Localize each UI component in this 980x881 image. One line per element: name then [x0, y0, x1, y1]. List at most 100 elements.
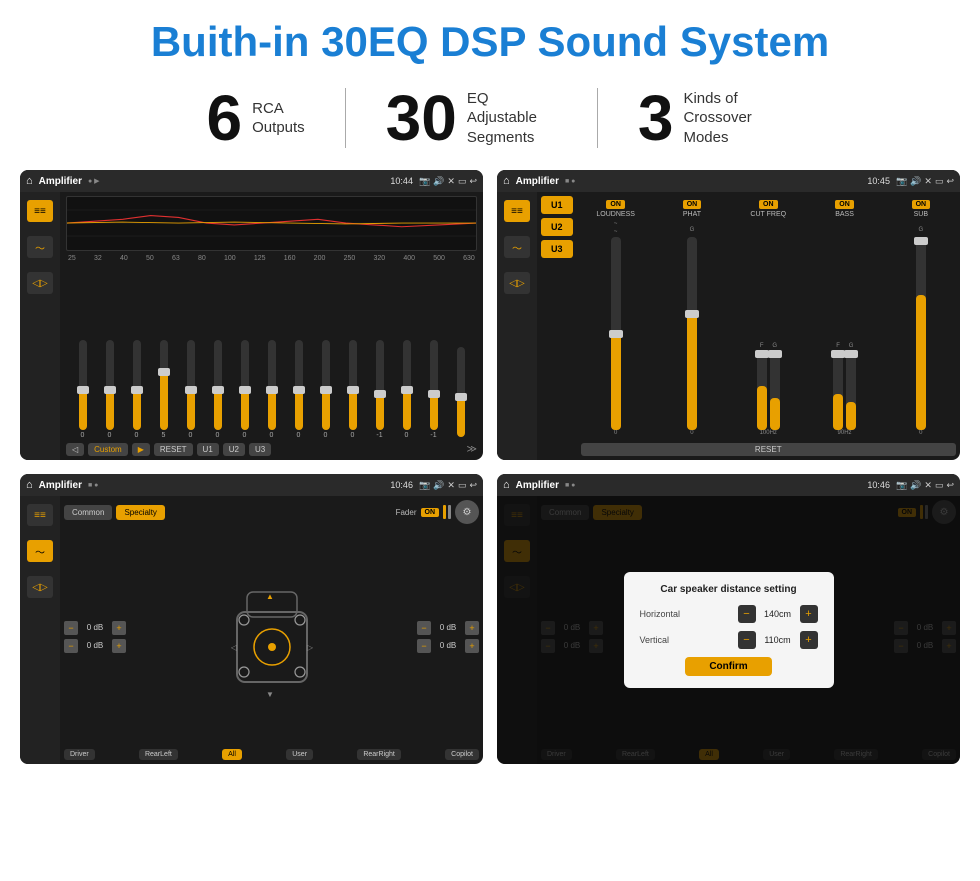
crossover-sidebar-vol-icon[interactable]: ◁▷ [504, 272, 530, 294]
eq-slider-9: 0 [313, 340, 338, 439]
right-db-plus-1[interactable]: + [465, 621, 479, 635]
stat-rca-label: RCAOutputs [252, 99, 305, 138]
eq-u3-button[interactable]: U3 [249, 443, 271, 456]
right-db-minus-1[interactable]: − [417, 621, 431, 635]
page-title: Buith-in 30EQ DSP Sound System [0, 0, 980, 76]
left-db-row-1: − 0 dB + [64, 621, 126, 635]
eq-freq-labels: 253240506380100125160200250320400500630 [66, 255, 477, 262]
eq-slider-1: 0 [97, 340, 122, 439]
speaker-sidebar-wave-icon[interactable]: 〜 [27, 540, 53, 562]
fader-main-content: Common Specialty Fader ON ⚙ [60, 496, 483, 764]
copilot-button[interactable]: Copilot [445, 749, 479, 760]
left-db-val-1: 0 dB [81, 623, 109, 632]
eq-body: ≡≡ 〜 ◁▷ [20, 192, 483, 460]
crossover-body: ≡≡ 〜 ◁▷ U1 U2 U3 ON LOUDNESS ~ [497, 192, 960, 460]
eq-sidebar-wave-icon[interactable]: 〜 [27, 236, 53, 258]
crossover-u1-button[interactable]: U1 [541, 196, 573, 214]
driver-button[interactable]: Driver [64, 749, 95, 760]
dialog-horizontal-value: 140cm [760, 609, 796, 619]
fader-specialty-tab[interactable]: Specialty [116, 505, 164, 520]
speaker-topbar-icons: 📷🔊✕▭↩ [419, 480, 477, 491]
eq-prev-button[interactable]: ◁ [66, 443, 84, 456]
dialog-screen: ⌂ Amplifier ■ ● 10:46 📷🔊✕▭↩ ≡≡ 〜 ◁▷ Comm… [497, 474, 960, 764]
speaker-home-icon[interactable]: ⌂ [26, 479, 33, 491]
crossover-cutfreq-col: ON CUT FREQ F G [733, 200, 803, 436]
speaker-diagram-layout: − 0 dB + − 0 dB + [64, 528, 479, 745]
right-db-plus-2[interactable]: + [465, 639, 479, 653]
speaker-bottom-buttons: Driver RearLeft All User RearRight Copil… [64, 749, 479, 760]
dialog-vertical-label: Vertical [640, 635, 670, 645]
crossover-title: Amplifier [516, 176, 559, 187]
left-db-row-2: − 0 dB + [64, 639, 126, 653]
confirm-button[interactable]: Confirm [685, 657, 771, 676]
crossover-u2-button[interactable]: U2 [541, 218, 573, 236]
right-db-row-2: − 0 dB + [417, 639, 479, 653]
eq-sidebar-vol-icon[interactable]: ◁▷ [27, 272, 53, 294]
loudness-label: LOUDNESS [596, 211, 635, 218]
dialog-confirm-area: Confirm [640, 657, 818, 676]
eq-slider-12: 0 [394, 340, 419, 439]
speaker-topbar: ⌂ Amplifier ■ ● 10:46 📷🔊✕▭↩ [20, 474, 483, 496]
stat-rca-number: 6 [207, 86, 243, 150]
dialog-vertical-plus[interactable]: + [800, 631, 818, 649]
left-db-plus-1[interactable]: + [112, 621, 126, 635]
cutfreq-label: CUT FREQ [750, 211, 786, 218]
stats-row: 6 RCAOutputs 30 EQ AdjustableSegments 3 … [0, 76, 980, 164]
eq-slider-0: 0 [70, 340, 95, 439]
rearleft-button[interactable]: RearLeft [139, 749, 178, 760]
crossover-sidebar-eq-icon[interactable]: ≡≡ [504, 200, 530, 222]
stat-crossover-number: 3 [638, 86, 674, 150]
crossover-sub-col: ON SUB G 0 [886, 200, 956, 436]
stat-crossover: 3 Kinds ofCrossover Modes [598, 86, 814, 150]
fader-label: Fader [396, 508, 417, 517]
crossover-sidebar-wave-icon[interactable]: 〜 [504, 236, 530, 258]
home-icon[interactable]: ⌂ [26, 175, 33, 187]
speaker-sidebar-eq-icon[interactable]: ≡≡ [27, 504, 53, 526]
eq-slider-3: 5 [151, 340, 176, 439]
crossover-reset-button[interactable]: RESET [581, 443, 956, 456]
rearright-button[interactable]: RearRight [357, 749, 401, 760]
eq-slider-11: -1 [367, 340, 392, 439]
eq-slider-4: 0 [178, 340, 203, 439]
crossover-u3-button[interactable]: U3 [541, 240, 573, 258]
phat-slider[interactable] [687, 237, 697, 430]
left-db-minus-1[interactable]: − [64, 621, 78, 635]
crossover-time: 10:45 [867, 176, 890, 186]
eq-graph [66, 196, 477, 251]
right-db-val-1: 0 dB [434, 623, 462, 632]
right-db-minus-2[interactable]: − [417, 639, 431, 653]
crossover-home-icon[interactable]: ⌂ [503, 175, 510, 187]
stat-eq-label: EQ AdjustableSegments [467, 89, 557, 148]
left-db-minus-2[interactable]: − [64, 639, 78, 653]
eq-preset-label: Custom [88, 443, 128, 456]
eq-screen: ⌂ Amplifier ● ▶ 10:44 📷🔊✕▭↩ ≡≡ 〜 ◁▷ [20, 170, 483, 460]
eq-time: 10:44 [390, 176, 413, 186]
dialog-horizontal-minus[interactable]: − [738, 605, 756, 623]
fader-common-tab[interactable]: Common [64, 505, 112, 520]
bass-on-badge: ON [835, 200, 854, 209]
car-svg: ▲ ▼ ◁ ▷ [222, 572, 322, 702]
all-button[interactable]: All [222, 749, 242, 760]
dialog-horizontal-ctrl: − 140cm + [738, 605, 818, 623]
eq-play-button[interactable]: ▶ [132, 443, 150, 456]
eq-bottom-controls: ◁ Custom ▶ RESET U1 U2 U3 ≫ [66, 443, 477, 456]
dialog-vertical-minus[interactable]: − [738, 631, 756, 649]
dialog-horizontal-plus[interactable]: + [800, 605, 818, 623]
dialog-vertical-ctrl: − 110cm + [738, 631, 818, 649]
stat-rca: 6 RCAOutputs [167, 86, 345, 150]
speaker-sidebar-vol-icon[interactable]: ◁▷ [27, 576, 53, 598]
left-db-plus-2[interactable]: + [112, 639, 126, 653]
loudness-on-badge: ON [606, 200, 625, 209]
user-button[interactable]: User [286, 749, 313, 760]
sub-slider[interactable] [916, 237, 926, 430]
speaker-settings-icon[interactable]: ⚙ [455, 500, 479, 524]
eq-sidebar-eq-icon[interactable]: ≡≡ [27, 200, 53, 222]
eq-reset-button[interactable]: RESET [154, 443, 193, 456]
eq-slider-6: 0 [232, 340, 257, 439]
loudness-slider[interactable] [611, 237, 621, 430]
stat-eq: 30 EQ AdjustableSegments [346, 86, 597, 150]
eq-slider-14 [448, 347, 473, 439]
eq-u2-button[interactable]: U2 [223, 443, 245, 456]
dialog-home-icon[interactable]: ⌂ [503, 479, 510, 491]
eq-u1-button[interactable]: U1 [197, 443, 219, 456]
